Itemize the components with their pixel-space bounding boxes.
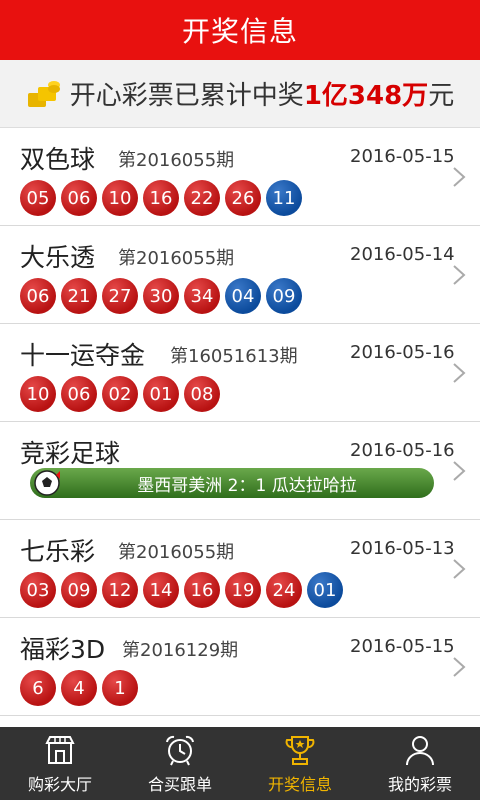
lottery-row-3d[interactable]: 福彩3D 第2016129期 2016-05-15 6 4 1 <box>0 618 480 716</box>
red-ball: 05 <box>20 180 56 216</box>
tab-label: 合买跟单 <box>147 774 212 794</box>
lottery-date: 2016-05-16 <box>350 440 455 461</box>
user-icon <box>406 735 434 765</box>
match-result-bar: 墨西哥美洲 2：1 瓜达拉哈拉 <box>30 468 434 498</box>
lottery-issue: 第16051613期 <box>170 346 298 367</box>
red-ball: 10 <box>20 376 56 412</box>
alarm-clock-icon <box>166 735 194 765</box>
lottery-name: 双色球 <box>20 145 96 174</box>
ball-group: 10 06 02 01 08 <box>20 376 220 412</box>
lottery-issue: 第2016129期 <box>122 640 239 661</box>
lottery-name: 大乐透 <box>20 243 96 272</box>
lottery-list: 双色球 第2016055期 2016-05-15 05 06 10 16 22 … <box>0 128 480 716</box>
banner-suffix: 元 <box>428 81 455 111</box>
lottery-date: 2016-05-15 <box>350 636 455 657</box>
red-ball: 26 <box>225 180 261 216</box>
red-ball: 12 <box>102 572 138 608</box>
blue-ball: 01 <box>307 572 343 608</box>
lottery-date: 2016-05-16 <box>350 342 455 363</box>
red-ball: 34 <box>184 278 220 314</box>
tab-label: 我的彩票 <box>387 774 452 794</box>
tab-label: 购彩大厅 <box>27 774 92 794</box>
red-ball: 14 <box>143 572 179 608</box>
banner-amount: 1亿348万 <box>303 81 429 111</box>
chevron-right-icon <box>453 559 466 579</box>
prize-banner: 开心彩票已累计中奖 1亿348万元 <box>0 60 480 128</box>
ball-group: 6 4 1 <box>20 670 138 706</box>
ball-group: 05 06 10 16 22 26 11 <box>20 180 302 216</box>
football-icon <box>34 470 60 496</box>
blue-ball: 09 <box>266 278 302 314</box>
lottery-name: 竞彩足球 <box>20 439 121 468</box>
lottery-issue: 第2016055期 <box>118 542 235 563</box>
lottery-date: 2016-05-15 <box>350 146 455 167</box>
red-ball: 03 <box>20 572 56 608</box>
red-ball: 22 <box>184 180 220 216</box>
chevron-right-icon <box>453 657 466 677</box>
page-header: 开奖信息 <box>0 0 480 60</box>
blue-ball: 11 <box>266 180 302 216</box>
lottery-date: 2016-05-14 <box>350 244 455 265</box>
lottery-name: 七乐彩 <box>20 537 96 566</box>
gold-coins-icon <box>27 80 60 107</box>
store-icon <box>45 735 75 764</box>
blue-ball: 04 <box>225 278 261 314</box>
lottery-row-11x5[interactable]: 十一运夺金 第16051613期 2016-05-16 10 06 02 01 … <box>0 324 480 422</box>
banner-prefix: 开心彩票已累计中奖 <box>69 81 304 111</box>
tab-lottery-hall[interactable]: 购彩大厅 <box>0 727 120 800</box>
red-ball: 10 <box>102 180 138 216</box>
red-ball: 01 <box>143 376 179 412</box>
tab-draw-results[interactable]: 开奖信息 <box>240 727 360 800</box>
tab-my-lottery[interactable]: 我的彩票 <box>360 727 480 800</box>
red-ball: 16 <box>143 180 179 216</box>
red-ball: 06 <box>20 278 56 314</box>
lottery-row-dlt[interactable]: 大乐透 第2016055期 2016-05-14 06 21 27 30 34 … <box>0 226 480 324</box>
lottery-name: 福彩3D <box>20 635 106 664</box>
ball-group: 03 09 12 14 16 19 24 01 <box>20 572 343 608</box>
red-ball: 6 <box>20 670 56 706</box>
page-title: 开奖信息 <box>181 15 298 48</box>
trophy-icon <box>285 735 315 765</box>
lottery-row-ssq[interactable]: 双色球 第2016055期 2016-05-15 05 06 10 16 22 … <box>0 128 480 226</box>
red-ball: 1 <box>102 670 138 706</box>
red-ball: 27 <box>102 278 138 314</box>
lottery-row-jczq[interactable]: 竞彩足球 2016-05-16 墨西哥美洲 2：1 瓜达拉哈拉 <box>0 422 480 520</box>
red-ball: 08 <box>184 376 220 412</box>
lottery-name: 十一运夺金 <box>20 341 146 370</box>
bottom-tab-bar: 购彩大厅 合买跟单 开奖信息 我的彩票 <box>0 727 480 800</box>
red-ball: 09 <box>61 572 97 608</box>
chevron-right-icon <box>453 461 466 481</box>
red-ball: 16 <box>184 572 220 608</box>
ball-group: 06 21 27 30 34 04 09 <box>20 278 302 314</box>
lottery-issue: 第2016055期 <box>118 150 235 171</box>
red-ball: 24 <box>266 572 302 608</box>
red-ball: 30 <box>143 278 179 314</box>
lottery-date: 2016-05-13 <box>350 538 455 559</box>
tab-label: 开奖信息 <box>267 774 332 794</box>
red-ball: 19 <box>225 572 261 608</box>
match-result-text: 墨西哥美洲 2：1 瓜达拉哈拉 <box>137 475 357 496</box>
red-ball: 4 <box>61 670 97 706</box>
chevron-right-icon <box>453 167 466 187</box>
chevron-right-icon <box>453 363 466 383</box>
red-ball: 21 <box>61 278 97 314</box>
chevron-right-icon <box>453 265 466 285</box>
tab-group-buy[interactable]: 合买跟单 <box>120 727 240 800</box>
red-ball: 06 <box>61 180 97 216</box>
red-ball: 06 <box>61 376 97 412</box>
lottery-row-qlc[interactable]: 七乐彩 第2016055期 2016-05-13 03 09 12 14 16 … <box>0 520 480 618</box>
lottery-issue: 第2016055期 <box>118 248 235 269</box>
red-ball: 02 <box>102 376 138 412</box>
